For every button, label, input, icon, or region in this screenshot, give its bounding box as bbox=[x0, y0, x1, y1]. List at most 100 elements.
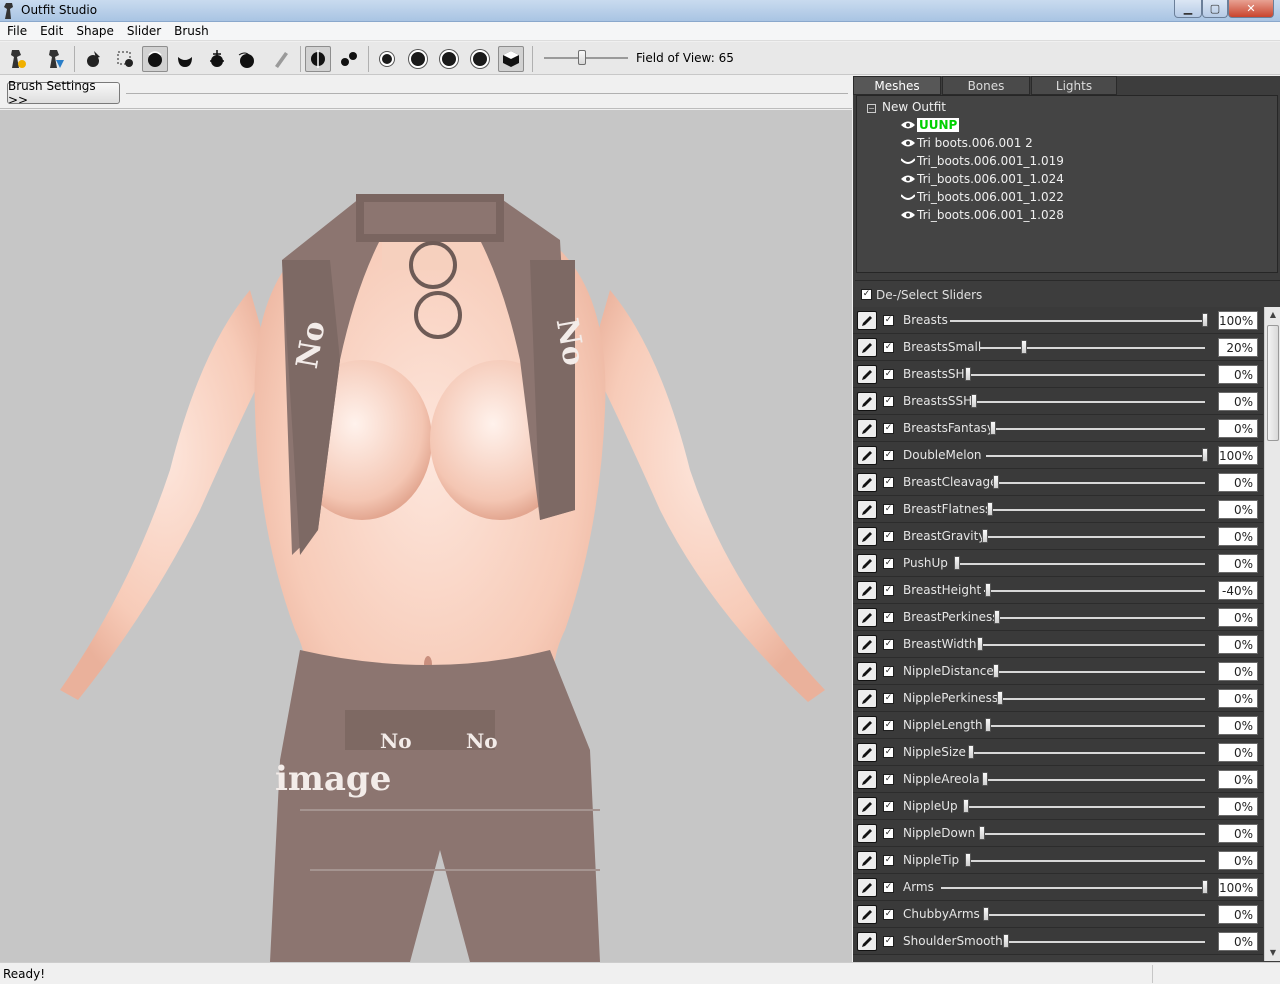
slider-thumb[interactable] bbox=[965, 853, 971, 867]
slider-checkbox[interactable]: ✓ bbox=[883, 450, 894, 461]
slider-track[interactable] bbox=[979, 347, 1205, 349]
slider-value-field[interactable]: 100% bbox=[1218, 878, 1258, 897]
mask-tool-button[interactable] bbox=[112, 46, 138, 72]
slider-track[interactable] bbox=[996, 671, 1205, 673]
slider-thumb[interactable] bbox=[985, 583, 992, 597]
slider-value-field[interactable]: 0% bbox=[1218, 392, 1258, 411]
slider-track[interactable] bbox=[985, 779, 1205, 781]
slider-value-field[interactable]: 0% bbox=[1218, 824, 1258, 843]
slider-checkbox[interactable]: ✓ bbox=[883, 936, 894, 947]
slider-value-field[interactable]: 0% bbox=[1218, 932, 1258, 951]
eye-open-icon[interactable] bbox=[901, 211, 915, 219]
slider-checkbox[interactable]: ✓ bbox=[883, 828, 894, 839]
tab-meshes[interactable]: Meshes bbox=[853, 76, 941, 95]
slider-track[interactable] bbox=[996, 482, 1205, 484]
edit-slider-button[interactable] bbox=[857, 932, 877, 951]
edit-slider-button[interactable] bbox=[857, 851, 877, 870]
slider-value-field[interactable]: 100% bbox=[1218, 446, 1258, 465]
slider-thumb[interactable] bbox=[993, 475, 999, 489]
minimize-button[interactable]: ▁ bbox=[1174, 0, 1202, 18]
slider-track[interactable] bbox=[971, 752, 1205, 754]
view-left-button[interactable] bbox=[436, 46, 462, 72]
slider-checkbox[interactable]: ✓ bbox=[883, 693, 894, 704]
edit-slider-button[interactable] bbox=[857, 743, 877, 762]
slider-track[interactable] bbox=[986, 914, 1205, 916]
slider-track[interactable] bbox=[974, 401, 1205, 403]
slider-track[interactable] bbox=[1006, 941, 1205, 943]
edit-slider-button[interactable] bbox=[857, 635, 877, 654]
slider-thumb[interactable] bbox=[977, 637, 983, 651]
slider-thumb[interactable] bbox=[983, 907, 989, 921]
tab-lights[interactable]: Lights bbox=[1031, 76, 1117, 95]
deflate-tool-button[interactable] bbox=[172, 46, 198, 72]
tree-item[interactable]: Tri_boots.006.001_1.019 bbox=[901, 154, 1064, 168]
slider-value-field[interactable]: 0% bbox=[1218, 473, 1258, 492]
edit-slider-button[interactable] bbox=[857, 473, 877, 492]
slider-checkbox[interactable]: ✓ bbox=[883, 504, 894, 515]
slider-checkbox[interactable]: ✓ bbox=[883, 342, 894, 353]
slider-track[interactable] bbox=[993, 428, 1205, 430]
slider-track[interactable] bbox=[990, 509, 1205, 511]
slider-thumb[interactable] bbox=[979, 826, 985, 840]
tree-root[interactable]: − New Outfit bbox=[867, 100, 946, 114]
edit-slider-button[interactable] bbox=[857, 311, 877, 330]
slider-checkbox[interactable]: ✓ bbox=[883, 882, 894, 893]
smooth-tool-button[interactable] bbox=[234, 46, 260, 72]
edit-slider-button[interactable] bbox=[857, 770, 877, 789]
slider-track[interactable] bbox=[968, 374, 1205, 376]
slider-thumb[interactable] bbox=[997, 691, 1003, 705]
weight-paint-button[interactable] bbox=[268, 46, 294, 72]
eye-open-icon[interactable] bbox=[901, 139, 915, 147]
slider-thumb[interactable] bbox=[1202, 448, 1208, 462]
eye-closed-icon[interactable] bbox=[901, 193, 915, 201]
slider-track[interactable] bbox=[957, 563, 1205, 565]
edit-slider-button[interactable] bbox=[857, 689, 877, 708]
tree-item[interactable]: Tri boots.006.001 2 bbox=[901, 136, 1033, 150]
slider-track[interactable] bbox=[980, 644, 1205, 646]
menu-file[interactable]: File bbox=[0, 22, 33, 38]
slider-checkbox[interactable]: ✓ bbox=[883, 396, 894, 407]
slider-thumb[interactable] bbox=[963, 799, 969, 813]
edit-slider-button[interactable] bbox=[857, 446, 877, 465]
slider-value-field[interactable]: 0% bbox=[1218, 662, 1258, 681]
slider-value-field[interactable]: 0% bbox=[1218, 554, 1258, 573]
slider-checkbox[interactable]: ✓ bbox=[883, 558, 894, 569]
slider-checkbox[interactable]: ✓ bbox=[883, 531, 894, 542]
slider-track[interactable] bbox=[1000, 698, 1205, 700]
load-outfit-button[interactable] bbox=[42, 46, 68, 72]
slider-checkbox[interactable]: ✓ bbox=[883, 639, 894, 650]
scroll-down-icon[interactable]: ▼ bbox=[1265, 945, 1280, 961]
view-back-button[interactable] bbox=[405, 46, 431, 72]
edit-slider-button[interactable] bbox=[857, 797, 877, 816]
slider-thumb[interactable] bbox=[1003, 934, 1009, 948]
slider-thumb[interactable] bbox=[985, 718, 991, 732]
slider-value-field[interactable]: 100% bbox=[1218, 311, 1258, 330]
slider-value-field[interactable]: 20% bbox=[1218, 338, 1258, 357]
edit-slider-button[interactable] bbox=[857, 338, 877, 357]
slider-value-field[interactable]: 0% bbox=[1218, 797, 1258, 816]
view-right-button[interactable] bbox=[467, 46, 493, 72]
slider-track[interactable] bbox=[950, 320, 1205, 322]
slider-value-field[interactable]: -40% bbox=[1218, 581, 1258, 600]
slider-value-field[interactable]: 0% bbox=[1218, 635, 1258, 654]
slider-value-field[interactable]: 0% bbox=[1218, 608, 1258, 627]
edit-slider-button[interactable] bbox=[857, 554, 877, 573]
slider-checkbox[interactable]: ✓ bbox=[883, 585, 894, 596]
slider-thumb[interactable] bbox=[954, 556, 960, 570]
slider-thumb[interactable] bbox=[1202, 313, 1208, 327]
slider-thumb[interactable] bbox=[990, 421, 996, 435]
slider-thumb[interactable] bbox=[994, 610, 1000, 624]
slider-checkbox[interactable]: ✓ bbox=[883, 477, 894, 488]
select-tool-button[interactable] bbox=[80, 46, 106, 72]
x-mirror-button[interactable] bbox=[305, 46, 331, 72]
load-reference-button[interactable] bbox=[4, 46, 30, 72]
slider-thumb[interactable] bbox=[982, 529, 988, 543]
slider-checkbox[interactable]: ✓ bbox=[883, 720, 894, 731]
slider-checkbox[interactable]: ✓ bbox=[883, 909, 894, 920]
slider-checkbox[interactable]: ✓ bbox=[883, 423, 894, 434]
connected-only-button[interactable] bbox=[336, 46, 362, 72]
fov-slider-track[interactable] bbox=[544, 57, 628, 59]
slider-checkbox[interactable]: ✓ bbox=[883, 801, 894, 812]
tree-item-uunp[interactable]: UUNP bbox=[901, 118, 960, 132]
slider-track[interactable] bbox=[966, 806, 1205, 808]
